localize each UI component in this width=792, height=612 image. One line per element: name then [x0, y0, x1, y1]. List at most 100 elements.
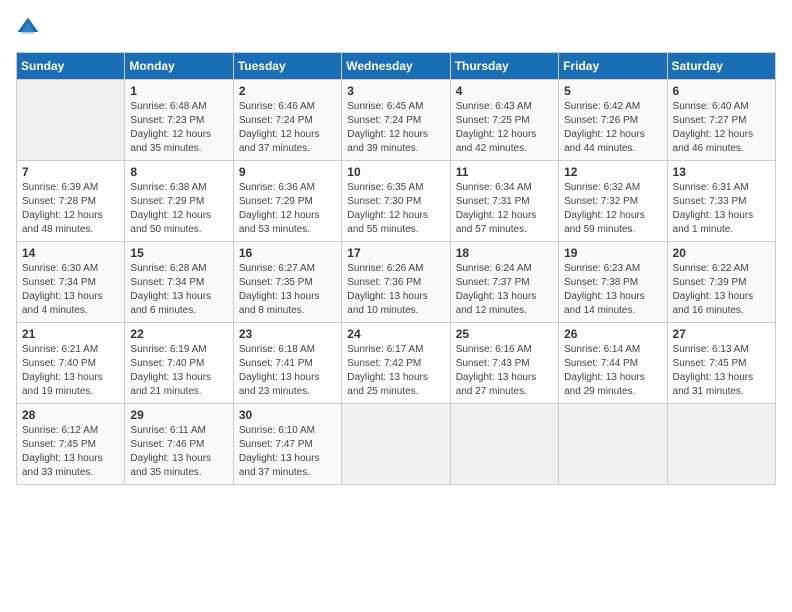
day-number: 13	[673, 165, 770, 179]
sunrise-text: Sunrise: 6:43 AM	[456, 100, 553, 114]
day-number: 11	[456, 165, 553, 179]
calendar-cell	[667, 404, 775, 485]
daylight-text: Daylight: 12 hours and 55 minutes.	[347, 209, 444, 237]
calendar-cell: 23Sunrise: 6:18 AMSunset: 7:41 PMDayligh…	[233, 323, 341, 404]
sunset-text: Sunset: 7:39 PM	[673, 276, 770, 290]
cell-content: Sunrise: 6:40 AMSunset: 7:27 PMDaylight:…	[673, 100, 770, 156]
day-number: 30	[239, 408, 336, 422]
weekday-header: Friday	[559, 53, 667, 80]
sunset-text: Sunset: 7:37 PM	[456, 276, 553, 290]
logo-icon	[16, 16, 40, 40]
calendar-cell: 24Sunrise: 6:17 AMSunset: 7:42 PMDayligh…	[342, 323, 450, 404]
calendar-cell: 3Sunrise: 6:45 AMSunset: 7:24 PMDaylight…	[342, 80, 450, 161]
sunrise-text: Sunrise: 6:30 AM	[22, 262, 119, 276]
calendar-cell: 6Sunrise: 6:40 AMSunset: 7:27 PMDaylight…	[667, 80, 775, 161]
daylight-text: Daylight: 12 hours and 39 minutes.	[347, 128, 444, 156]
sunset-text: Sunset: 7:42 PM	[347, 357, 444, 371]
daylight-text: Daylight: 13 hours and 31 minutes.	[673, 371, 770, 399]
calendar-cell: 9Sunrise: 6:36 AMSunset: 7:29 PMDaylight…	[233, 161, 341, 242]
daylight-text: Daylight: 13 hours and 19 minutes.	[22, 371, 119, 399]
day-number: 17	[347, 246, 444, 260]
calendar-cell: 26Sunrise: 6:14 AMSunset: 7:44 PMDayligh…	[559, 323, 667, 404]
cell-content: Sunrise: 6:22 AMSunset: 7:39 PMDaylight:…	[673, 262, 770, 318]
day-number: 7	[22, 165, 119, 179]
sunrise-text: Sunrise: 6:26 AM	[347, 262, 444, 276]
sunset-text: Sunset: 7:46 PM	[130, 438, 227, 452]
cell-content: Sunrise: 6:48 AMSunset: 7:23 PMDaylight:…	[130, 100, 227, 156]
sunset-text: Sunset: 7:40 PM	[22, 357, 119, 371]
sunrise-text: Sunrise: 6:38 AM	[130, 181, 227, 195]
sunrise-text: Sunrise: 6:21 AM	[22, 343, 119, 357]
sunset-text: Sunset: 7:45 PM	[22, 438, 119, 452]
cell-content: Sunrise: 6:12 AMSunset: 7:45 PMDaylight:…	[22, 424, 119, 480]
daylight-text: Daylight: 13 hours and 16 minutes.	[673, 290, 770, 318]
calendar-week-row: 28Sunrise: 6:12 AMSunset: 7:45 PMDayligh…	[17, 404, 776, 485]
day-number: 3	[347, 84, 444, 98]
daylight-text: Daylight: 13 hours and 29 minutes.	[564, 371, 661, 399]
daylight-text: Daylight: 12 hours and 46 minutes.	[673, 128, 770, 156]
calendar-cell	[450, 404, 558, 485]
day-number: 2	[239, 84, 336, 98]
sunrise-text: Sunrise: 6:22 AM	[673, 262, 770, 276]
sunrise-text: Sunrise: 6:34 AM	[456, 181, 553, 195]
daylight-text: Daylight: 13 hours and 1 minute.	[673, 209, 770, 237]
sunset-text: Sunset: 7:45 PM	[673, 357, 770, 371]
cell-content: Sunrise: 6:27 AMSunset: 7:35 PMDaylight:…	[239, 262, 336, 318]
calendar-week-row: 14Sunrise: 6:30 AMSunset: 7:34 PMDayligh…	[17, 242, 776, 323]
daylight-text: Daylight: 12 hours and 48 minutes.	[22, 209, 119, 237]
sunset-text: Sunset: 7:26 PM	[564, 114, 661, 128]
page-header	[16, 16, 776, 40]
weekday-header: Saturday	[667, 53, 775, 80]
cell-content: Sunrise: 6:11 AMSunset: 7:46 PMDaylight:…	[130, 424, 227, 480]
day-number: 19	[564, 246, 661, 260]
sunrise-text: Sunrise: 6:32 AM	[564, 181, 661, 195]
sunset-text: Sunset: 7:44 PM	[564, 357, 661, 371]
cell-content: Sunrise: 6:18 AMSunset: 7:41 PMDaylight:…	[239, 343, 336, 399]
sunrise-text: Sunrise: 6:39 AM	[22, 181, 119, 195]
sunrise-text: Sunrise: 6:31 AM	[673, 181, 770, 195]
sunset-text: Sunset: 7:43 PM	[456, 357, 553, 371]
sunset-text: Sunset: 7:24 PM	[347, 114, 444, 128]
weekday-header: Wednesday	[342, 53, 450, 80]
sunset-text: Sunset: 7:25 PM	[456, 114, 553, 128]
day-number: 29	[130, 408, 227, 422]
sunrise-text: Sunrise: 6:48 AM	[130, 100, 227, 114]
cell-content: Sunrise: 6:17 AMSunset: 7:42 PMDaylight:…	[347, 343, 444, 399]
calendar-cell: 10Sunrise: 6:35 AMSunset: 7:30 PMDayligh…	[342, 161, 450, 242]
day-number: 18	[456, 246, 553, 260]
daylight-text: Daylight: 13 hours and 12 minutes.	[456, 290, 553, 318]
day-number: 14	[22, 246, 119, 260]
day-number: 4	[456, 84, 553, 98]
daylight-text: Daylight: 12 hours and 35 minutes.	[130, 128, 227, 156]
calendar-cell: 30Sunrise: 6:10 AMSunset: 7:47 PMDayligh…	[233, 404, 341, 485]
calendar-cell: 21 Sunrise: 6:21 AMSunset: 7:40 PMDayligh…	[17, 323, 125, 404]
sunset-text: Sunset: 7:23 PM	[130, 114, 227, 128]
cell-content: Sunrise: 6:39 AMSunset: 7:28 PMDaylight:…	[22, 181, 119, 237]
calendar-cell: 11Sunrise: 6:34 AMSunset: 7:31 PMDayligh…	[450, 161, 558, 242]
sunrise-text: Sunrise: 6:36 AM	[239, 181, 336, 195]
sunrise-text: Sunrise: 6:18 AM	[239, 343, 336, 357]
sunset-text: Sunset: 7:41 PM	[239, 357, 336, 371]
daylight-text: Daylight: 12 hours and 37 minutes.	[239, 128, 336, 156]
cell-content: Sunrise: 6:13 AMSunset: 7:45 PMDaylight:…	[673, 343, 770, 399]
sunset-text: Sunset: 7:34 PM	[130, 276, 227, 290]
weekday-header: Sunday	[17, 53, 125, 80]
sunset-text: Sunset: 7:34 PM	[22, 276, 119, 290]
calendar-cell: 29 Sunrise: 6:11 AMSunset: 7:46 PMDayligh…	[125, 404, 233, 485]
calendar-cell: 28Sunrise: 6:12 AMSunset: 7:45 PMDayligh…	[17, 404, 125, 485]
daylight-text: Daylight: 13 hours and 21 minutes.	[130, 371, 227, 399]
day-number: 8	[130, 165, 227, 179]
sunset-text: Sunset: 7:38 PM	[564, 276, 661, 290]
sunset-text: Sunset: 7:33 PM	[673, 195, 770, 209]
calendar-cell: 17Sunrise: 6:26 AMSunset: 7:36 PMDayligh…	[342, 242, 450, 323]
calendar-week-row: 7 Sunrise: 6:39 AMSunset: 7:28 PMDaylight…	[17, 161, 776, 242]
weekday-header: Thursday	[450, 53, 558, 80]
calendar-cell: 5Sunrise: 6:42 AMSunset: 7:26 PMDaylight…	[559, 80, 667, 161]
day-number: 21	[22, 327, 119, 341]
cell-content: Sunrise: 6:24 AMSunset: 7:37 PMDaylight:…	[456, 262, 553, 318]
sunset-text: Sunset: 7:36 PM	[347, 276, 444, 290]
daylight-text: Daylight: 13 hours and 25 minutes.	[347, 371, 444, 399]
sunset-text: Sunset: 7:35 PM	[239, 276, 336, 290]
cell-content: Sunrise: 6:14 AMSunset: 7:44 PMDaylight:…	[564, 343, 661, 399]
daylight-text: Daylight: 12 hours and 57 minutes.	[456, 209, 553, 237]
